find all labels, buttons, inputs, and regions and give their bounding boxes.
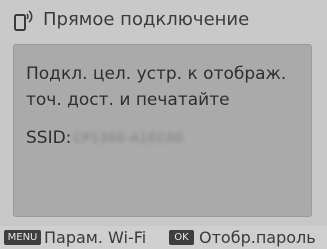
camera-screen: Прямое подключение Подкл. цел. устр. к о… bbox=[0, 0, 327, 249]
show-password-label[interactable]: Отобр.пароль bbox=[199, 227, 316, 248]
instruction-line-1: Подкл. цел. устр. к отображ. bbox=[26, 64, 287, 84]
page-title: Прямое подключение bbox=[43, 9, 250, 30]
wifi-settings-label[interactable]: Парам. Wi-Fi bbox=[44, 227, 146, 248]
instruction-line-2: точ. дост. и печатайте bbox=[26, 90, 230, 110]
footer-bar: MENU Парам. Wi-Fi OK Отобр.пароль bbox=[0, 226, 327, 249]
ssid-label: SSID: bbox=[26, 128, 72, 148]
ssid-row: SSID: CP1300-A1EC00 bbox=[26, 127, 184, 149]
message-panel: Подкл. цел. устр. к отображ. точ. дост. … bbox=[13, 44, 312, 217]
ssid-value: CP1300-A1EC00 bbox=[73, 131, 184, 145]
header: Прямое подключение bbox=[0, 0, 327, 42]
ok-key-badge[interactable]: OK bbox=[169, 230, 194, 245]
menu-key-badge[interactable]: MENU bbox=[4, 230, 41, 245]
wifi-phone-icon bbox=[13, 8, 35, 32]
